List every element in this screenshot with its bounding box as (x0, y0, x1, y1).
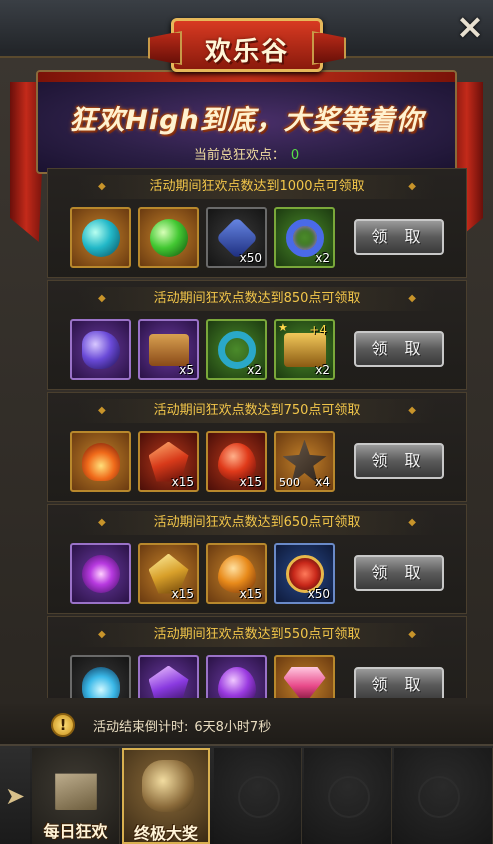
tier-requirement: 活动期间狂欢点数达到1000点可领取 (78, 175, 436, 199)
tab-empty (304, 748, 392, 844)
star-icon: ★ (278, 321, 288, 334)
claim-button[interactable]: 领 取 (354, 555, 444, 591)
reward-slot[interactable] (70, 319, 131, 380)
violet-crystal-icon (148, 665, 189, 698)
upgrade-level: +4 (309, 323, 327, 337)
reward-qty: x50 (307, 587, 330, 601)
purple-stone-icon (81, 330, 120, 369)
countdown-label: 活动结束倒计时: (93, 720, 189, 735)
reward-tier-row: 活动期间狂欢点数达到1000点可领取 x50 x2 领 取 (47, 168, 467, 278)
claim-button[interactable]: 领 取 (354, 443, 444, 479)
reward-slot[interactable]: x5 (138, 319, 199, 380)
reward-slot[interactable]: x15 (138, 543, 199, 604)
reward-qty: x2 (247, 363, 262, 377)
bottom-tab-bar: ➤ 每日狂欢 终极大奖 (0, 744, 493, 844)
reward-slot[interactable]: x15 (206, 543, 267, 604)
reward-tier-row: 活动期间狂欢点数达到550点可领取 领 取 (47, 616, 467, 698)
exclamation-icon: ! (51, 713, 75, 737)
tab-ultimate-prize[interactable]: 终极大奖 (122, 748, 210, 844)
green-orb-icon (149, 218, 188, 257)
reward-slot[interactable]: x2 (206, 319, 267, 380)
reward-tier-row: 活动期间狂欢点数达到750点可领取 x15 x15 500 x4 领 取 (47, 392, 467, 502)
reward-slot[interactable]: x2 (274, 207, 335, 268)
reward-slot[interactable] (138, 655, 199, 698)
reward-slot[interactable] (70, 431, 131, 492)
reward-qty: x15 (171, 587, 194, 601)
reward-qty: x2 (315, 363, 330, 377)
claim-button[interactable]: 领 取 (354, 219, 444, 255)
reward-slot[interactable]: x50 (274, 543, 335, 604)
tier-requirement: 活动期间狂欢点数达到850点可领取 (78, 287, 436, 311)
emblem-icon (238, 776, 280, 818)
blue-flame-icon (81, 666, 120, 698)
arrow-left-icon[interactable]: ➤ (0, 746, 30, 844)
reward-slot[interactable]: 500 x4 (274, 431, 335, 492)
teal-orb-icon (81, 218, 120, 257)
points-display: 当前总狂欢点： 0 (38, 144, 455, 163)
reward-slot[interactable] (70, 543, 131, 604)
tab-daily-carnival[interactable]: 每日狂欢 (32, 748, 120, 844)
emblem-icon (328, 776, 370, 818)
reward-slot[interactable] (138, 207, 199, 268)
tier-requirement: 活动期间狂欢点数达到550点可领取 (78, 623, 436, 647)
reward-tier-row: 活动期间狂欢点数达到850点可领取 x5 x2 ★ +4 x2 领 取 (47, 280, 467, 390)
reward-qty: x2 (315, 251, 330, 265)
chest-icon (148, 333, 189, 366)
reward-slot[interactable]: x15 (206, 431, 267, 492)
pink-diamond-icon (283, 666, 326, 698)
countdown-text: 活动结束倒计时: 6天8小时7秒 (93, 716, 271, 735)
title-plaque: 欢乐谷 (171, 18, 323, 72)
gold-ore-icon (142, 760, 194, 812)
reward-slot[interactable] (70, 655, 131, 698)
tab-empty (214, 748, 302, 844)
reward-slot[interactable]: x15 (138, 431, 199, 492)
reward-slot[interactable]: x50 (206, 207, 267, 268)
gift-box-icon (55, 773, 97, 810)
event-banner: 狂欢High到底，大奖等着你 当前总狂欢点： 0 (36, 70, 457, 174)
close-icon[interactable]: × (453, 10, 487, 44)
reward-tier-list[interactable]: 活动期间狂欢点数达到1000点可领取 x50 x2 领 取 活动期间狂欢点数达到… (47, 168, 467, 698)
reward-slot[interactable]: ★ +4 x2 (274, 319, 335, 380)
emblem-icon (418, 776, 460, 818)
reward-qty: x15 (239, 587, 262, 601)
gold-chest-icon (283, 332, 326, 367)
claim-button[interactable]: 领 取 (354, 667, 444, 698)
fire-brazier-icon (81, 442, 120, 481)
tab-label: 终极大奖 (133, 824, 198, 843)
reward-qty: x5 (179, 363, 194, 377)
tab-label: 每日狂欢 (43, 822, 108, 841)
reward-qty: x15 (171, 475, 194, 489)
countdown-value: 6天8小时7秒 (194, 720, 272, 735)
reward-qty: x50 (239, 251, 262, 265)
page-title: 欢乐谷 (204, 37, 289, 67)
countdown-bar: ! 活动结束倒计时: 6天8小时7秒 (0, 704, 493, 744)
points-value: 0 (290, 148, 300, 163)
tab-empty (394, 748, 493, 844)
banner-slogan: 狂欢High到底，大奖等着你 (69, 105, 424, 136)
reward-qty: x4 (315, 475, 330, 489)
reward-qty: x15 (239, 475, 262, 489)
amethyst-icon (217, 666, 256, 698)
reward-slot[interactable] (206, 655, 267, 698)
reward-tier-row: 活动期间狂欢点数达到650点可领取 x15 x15 x50 领 取 (47, 504, 467, 614)
tier-requirement: 活动期间狂欢点数达到650点可领取 (78, 511, 436, 535)
reward-slot[interactable] (70, 207, 131, 268)
points-label: 当前总狂欢点： (193, 148, 285, 163)
tier-requirement: 活动期间狂欢点数达到750点可领取 (78, 399, 436, 423)
reward-amount: 500 (279, 476, 300, 489)
reward-slot[interactable] (274, 655, 335, 698)
vortex-icon (81, 554, 120, 593)
claim-button[interactable]: 领 取 (354, 331, 444, 367)
